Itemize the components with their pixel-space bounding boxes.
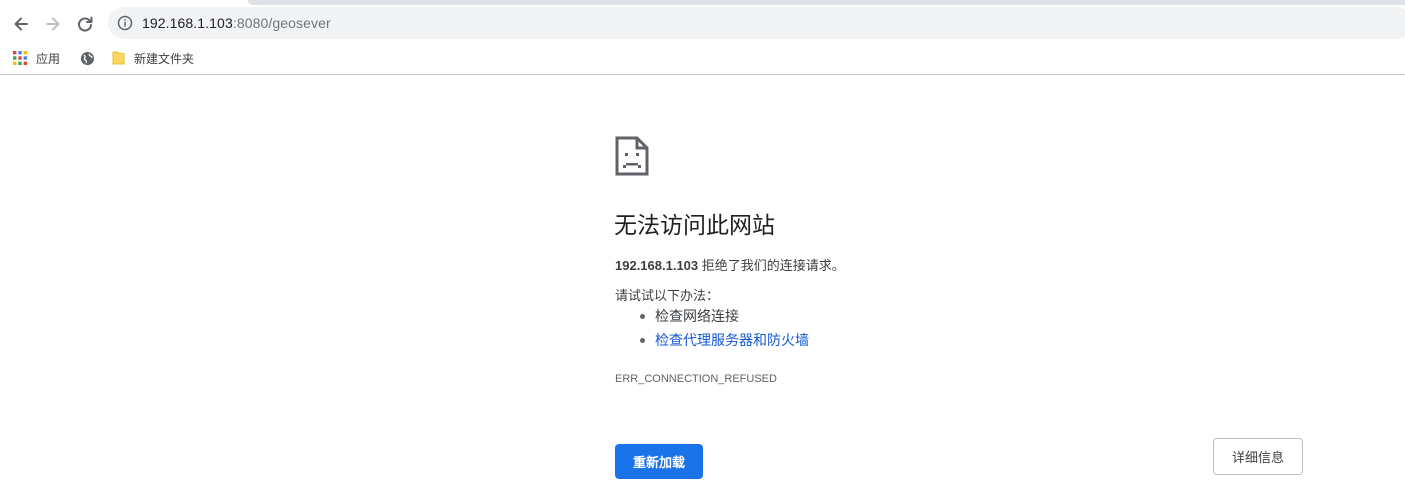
globe-icon bbox=[80, 51, 95, 65]
bookmarks-bar: 应用 新建文件夹 bbox=[0, 43, 1405, 73]
bookmark-folder[interactable]: 新建文件夹 bbox=[112, 45, 194, 71]
bookmark-globe[interactable] bbox=[80, 45, 95, 71]
reload-toolbar-button[interactable] bbox=[71, 10, 99, 38]
back-arrow-icon bbox=[14, 17, 28, 31]
reload-button[interactable]: 重新加载 bbox=[615, 444, 703, 479]
suggestion-check-network: 检查网络连接 bbox=[640, 307, 809, 331]
bookmark-apps-label: 应用 bbox=[36, 51, 61, 66]
error-message: 拒绝了我们的连接请求。 bbox=[698, 258, 845, 273]
suggestion-check-proxy-link[interactable]: 检查代理服务器和防火墙 bbox=[640, 331, 809, 355]
info-icon[interactable] bbox=[117, 15, 133, 31]
tab-strip bbox=[248, 0, 1405, 5]
refresh-icon bbox=[78, 16, 93, 32]
apps-grid-icon bbox=[13, 51, 27, 65]
bookmark-folder-label: 新建文件夹 bbox=[134, 51, 195, 66]
suggestions-list: 检查网络连接 检查代理服务器和防火墙 bbox=[640, 307, 809, 355]
address-bar[interactable]: 192.168.1.103:8080/geosever bbox=[108, 7, 1405, 39]
browser-toolbar: 192.168.1.103:8080/geosever bbox=[0, 6, 1405, 42]
forward-button[interactable] bbox=[39, 10, 67, 38]
back-button[interactable] bbox=[7, 10, 35, 38]
url-host: 192.168.1.103 bbox=[142, 15, 233, 31]
suggestions-heading: 请试试以下办法： bbox=[615, 288, 720, 303]
details-button[interactable]: 详细信息 bbox=[1213, 438, 1303, 475]
folder-icon bbox=[112, 51, 125, 65]
url-text[interactable]: 192.168.1.103:8080/geosever bbox=[142, 15, 331, 31]
error-description: 192.168.1.103 拒绝了我们的连接请求。 bbox=[615, 255, 845, 274]
sad-page-icon bbox=[615, 136, 649, 176]
error-title: 无法访问此网站 bbox=[614, 212, 775, 238]
error-host: 192.168.1.103 bbox=[615, 258, 699, 273]
url-path: :8080/geosever bbox=[232, 15, 331, 31]
bookmark-apps[interactable]: 应用 bbox=[13, 45, 60, 71]
forward-arrow-icon bbox=[46, 17, 60, 31]
toolbar-divider bbox=[0, 74, 1405, 75]
error-code: ERR_CONNECTION_REFUSED bbox=[615, 373, 777, 385]
